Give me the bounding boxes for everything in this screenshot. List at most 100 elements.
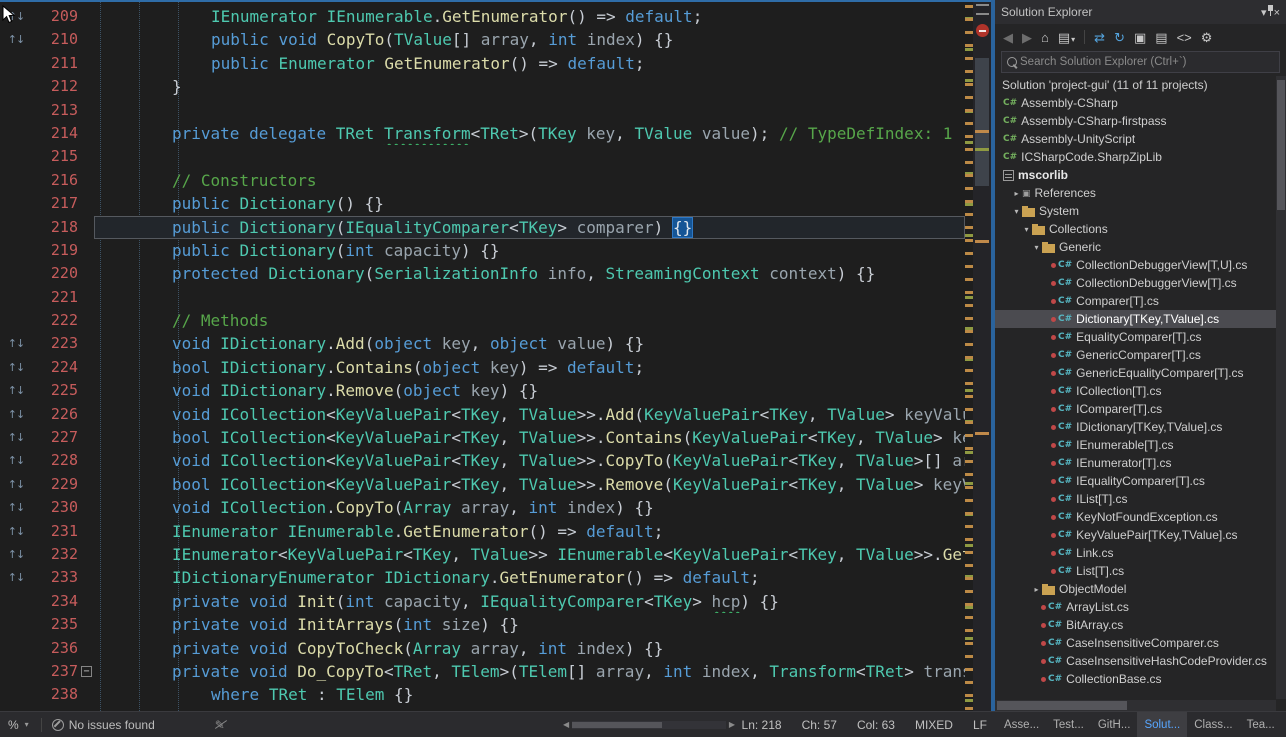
code-line[interactable]: 217public Dictionary() {} <box>0 192 991 215</box>
tree-item-mscorlib[interactable]: mscorlib <box>995 166 1276 184</box>
line-indicator[interactable]: Ln: 218 <box>742 718 782 732</box>
code-text[interactable]: bool ICollection<KeyValuePair<TKey, TVal… <box>94 473 965 496</box>
forward-icon[interactable]: ▶ <box>1022 31 1032 44</box>
tree-item-assembly-csharp-firstpass[interactable]: C#Assembly-CSharp-firstpass <box>995 112 1276 130</box>
tree-item-comparer-t-cs[interactable]: C#Comparer[T].cs <box>995 292 1276 310</box>
code-line[interactable]: ↑↓210public void CopyTo(TValue[] array, … <box>0 28 991 51</box>
code-text[interactable]: private void InitArrays(int size) {} <box>94 613 965 636</box>
code-line[interactable]: ↑↓229bool ICollection<KeyValuePair<TKey,… <box>0 473 991 496</box>
code-text[interactable]: // Methods <box>94 309 965 332</box>
references-arrows-icon[interactable]: ↑↓ <box>0 379 32 402</box>
tab-tea[interactable]: Tea... <box>1240 712 1282 737</box>
tree-item-keyvaluepair-tkey-tvalue-cs[interactable]: C#KeyValuePair[TKey,TValue].cs <box>995 526 1276 544</box>
chevron-collapsed-icon[interactable]: ▸ <box>1011 189 1022 198</box>
code-text[interactable]: IEnumerator IEnumerable.GetEnumerator() … <box>94 520 965 543</box>
code-line[interactable]: 216// Constructors <box>0 169 991 192</box>
tree-item-idictionary-tkey-tvalue-cs[interactable]: C#IDictionary[TKey,TValue].cs <box>995 418 1276 436</box>
code-line[interactable]: ↑↓228void ICollection<KeyValuePair<TKey,… <box>0 449 991 472</box>
code-text[interactable]: private void CopyToCheck(Array array, in… <box>94 637 965 660</box>
code-text[interactable] <box>94 145 965 168</box>
code-text[interactable]: public Dictionary(IEqualityComparer<TKey… <box>94 216 965 239</box>
code-editor[interactable]: ↑↓209IEnumerator IEnumerable.GetEnumerat… <box>0 0 991 711</box>
references-arrows-icon[interactable]: ↑↓ <box>0 28 32 51</box>
close-icon[interactable]: × <box>1274 7 1280 19</box>
scrollbar-thumb[interactable] <box>997 701 1127 710</box>
code-text[interactable]: private void Init(int capacity, IEqualit… <box>94 590 965 613</box>
properties-icon[interactable]: ⚙ <box>1201 31 1213 44</box>
tree-item-dictionary-tkey-tvalue-cs[interactable]: C#Dictionary[TKey,TValue].cs <box>995 310 1276 328</box>
tree-item-solution-project-gui-11-of-11-projects[interactable]: Solution 'project-gui' (11 of 11 project… <box>995 76 1276 94</box>
code-line[interactable]: 221 <box>0 286 991 309</box>
references-arrows-icon[interactable]: ↑↓ <box>0 5 32 28</box>
code-text[interactable]: void ICollection.CopyTo(Array array, int… <box>94 496 965 519</box>
tree-item-system[interactable]: ▾System <box>995 202 1276 220</box>
chevron-expanded-icon[interactable]: ▾ <box>1031 243 1042 252</box>
references-arrows-icon[interactable]: ↑↓ <box>0 543 32 566</box>
panel-horizontal-scrollbar[interactable] <box>995 700 1276 711</box>
tree-item-collectiondebuggerview-t-u-cs[interactable]: C#CollectionDebuggerView[T,U].cs <box>995 256 1276 274</box>
code-text[interactable]: IDictionaryEnumerator IDictionary.GetEnu… <box>94 566 965 589</box>
code-text[interactable]: private delegate TRet Transform<TRet>(TK… <box>94 122 965 145</box>
references-arrows-icon[interactable]: ↑↓ <box>0 332 32 355</box>
tree-item-keynotfoundexception-cs[interactable]: C#KeyNotFoundException.cs <box>995 508 1276 526</box>
scroll-track[interactable] <box>572 721 726 729</box>
editor-split-handle[interactable] <box>976 4 989 15</box>
code-line[interactable]: ↑↓225void IDictionary.Remove(object key)… <box>0 379 991 402</box>
tree-item-list-t-cs[interactable]: C#List[T].cs <box>995 562 1276 580</box>
code-line[interactable]: 235private void InitArrays(int size) {} <box>0 613 991 636</box>
tree-item-references[interactable]: ▸▣References <box>995 184 1276 202</box>
tree-item-collections[interactable]: ▾Collections <box>995 220 1276 238</box>
code-text[interactable]: public Dictionary() {} <box>94 192 965 215</box>
view-switcher-icon[interactable]: ▤▾ <box>1058 31 1075 44</box>
code-text[interactable]: bool IDictionary.Contains(object key) =>… <box>94 356 965 379</box>
code-line[interactable]: 234private void Init(int capacity, IEqua… <box>0 590 991 613</box>
code-line[interactable]: 212} <box>0 75 991 98</box>
issues-status[interactable]: No issues found <box>69 718 155 732</box>
code-text[interactable]: private void Do_CopyTo<TRet, TElem>(TEle… <box>94 660 965 683</box>
show-all-files-icon[interactable]: ▤ <box>1155 31 1167 44</box>
tree-item-assembly-unityscript[interactable]: C#Assembly-UnityScript <box>995 130 1276 148</box>
tree-item-objectmodel[interactable]: ▸ObjectModel <box>995 580 1276 598</box>
code-line[interactable]: ↑↓227bool ICollection<KeyValuePair<TKey,… <box>0 426 991 449</box>
line-ending-indicator[interactable]: LF <box>973 718 987 732</box>
scroll-left-icon[interactable]: ◀ <box>560 720 572 729</box>
code-text[interactable]: void IDictionary.Add(object key, object … <box>94 332 965 355</box>
code-line[interactable]: 239private static KeyValuePair<TKey, TVa… <box>0 707 991 711</box>
pin-icon[interactable] <box>1267 7 1274 19</box>
code-text[interactable]: void IDictionary.Remove(object key) {} <box>94 379 965 402</box>
references-arrows-icon[interactable]: ↑↓ <box>0 473 32 496</box>
tree-item-collectionbase-cs[interactable]: C#CollectionBase.cs <box>995 670 1276 688</box>
panel-vertical-scrollbar[interactable] <box>1276 76 1286 699</box>
view-code-icon[interactable]: <> <box>1177 31 1192 44</box>
refresh-icon[interactable]: ↻ <box>1114 31 1125 44</box>
fold-collapse-box[interactable]: − <box>81 666 92 677</box>
code-line[interactable]: 238where TRet : TElem {} <box>0 683 991 706</box>
code-line[interactable]: 219public Dictionary(int capacity) {} <box>0 239 991 262</box>
tree-item-assembly-csharp[interactable]: C#Assembly-CSharp <box>995 94 1276 112</box>
chevron-expanded-icon[interactable]: ▾ <box>1011 207 1022 216</box>
code-line[interactable]: 211public Enumerator GetEnumerator() => … <box>0 52 991 75</box>
column-indicator[interactable]: Col: 63 <box>857 718 895 732</box>
zoom-control[interactable]: % ▾ <box>0 718 37 732</box>
tree-item-genericequalitycomparer-t-cs[interactable]: C#GenericEqualityComparer[T].cs <box>995 364 1276 382</box>
code-line[interactable]: ↑↓209IEnumerator IEnumerable.GetEnumerat… <box>0 5 991 28</box>
references-arrows-icon[interactable]: ↑↓ <box>0 426 32 449</box>
encoding-indicator[interactable]: MIXED <box>915 718 953 732</box>
references-arrows-icon[interactable]: ↑↓ <box>0 566 32 589</box>
new-folder-icon[interactable]: ▣ <box>1134 31 1146 44</box>
code-line[interactable]: 237−private void Do_CopyTo<TRet, TElem>(… <box>0 660 991 683</box>
code-text[interactable]: private static KeyValuePair<TKey, TValue… <box>94 707 965 711</box>
tree-item-ienumerable-t-cs[interactable]: C#IEnumerable[T].cs <box>995 436 1276 454</box>
code-line[interactable]: ↑↓223void IDictionary.Add(object key, ob… <box>0 332 991 355</box>
code-line[interactable]: 218public Dictionary(IEqualityComparer<T… <box>0 216 991 239</box>
home-icon[interactable]: ⌂ <box>1041 31 1049 44</box>
code-line[interactable]: 222// Methods <box>0 309 991 332</box>
references-arrows-icon[interactable]: ↑↓ <box>0 449 32 472</box>
code-line[interactable]: 215 <box>0 145 991 168</box>
tab-asse[interactable]: Asse... <box>997 712 1046 737</box>
references-arrows-icon[interactable]: ↑↓ <box>0 520 32 543</box>
chevron-collapsed-icon[interactable]: ▸ <box>1031 585 1042 594</box>
tree-item-ienumerator-t-cs[interactable]: C#IEnumerator[T].cs <box>995 454 1276 472</box>
code-text[interactable]: // Constructors <box>94 169 965 192</box>
search-input[interactable]: Search Solution Explorer (Ctrl+`) <box>1001 51 1280 73</box>
